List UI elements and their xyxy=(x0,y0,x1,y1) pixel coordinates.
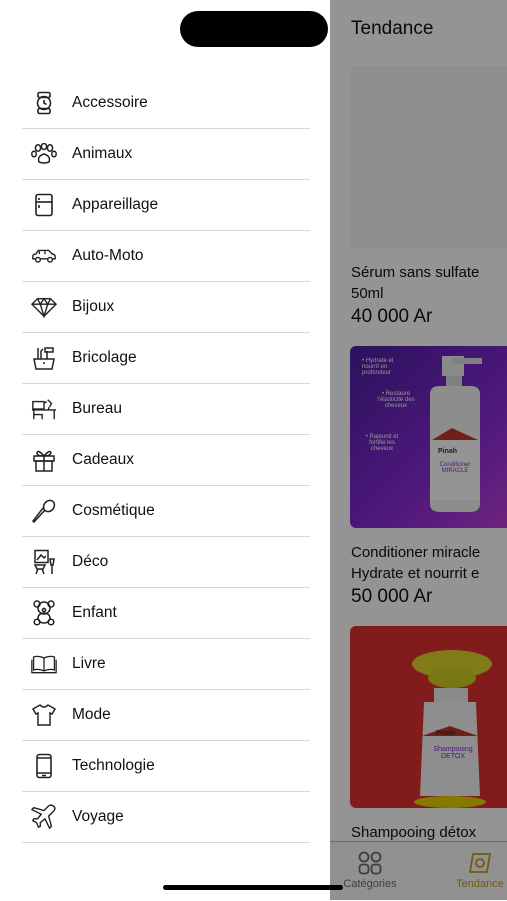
category-label: Voyage xyxy=(72,808,124,825)
category-item-animaux[interactable]: Animaux xyxy=(22,129,310,180)
tshirt-icon xyxy=(31,702,57,728)
decor-icon xyxy=(31,549,57,575)
paw-icon xyxy=(31,141,57,167)
teddy-bear-icon xyxy=(31,600,57,626)
category-label: Technologie xyxy=(72,757,155,774)
desk-icon xyxy=(31,396,57,422)
category-label: Animaux xyxy=(72,145,133,162)
fridge-icon xyxy=(31,192,57,218)
category-item-livre[interactable]: Livre xyxy=(22,639,310,690)
category-item-technologie[interactable]: Technologie xyxy=(22,741,310,792)
category-drawer: Accessoire Animaux Appareillage Auto-Mot… xyxy=(0,0,330,900)
brush-icon xyxy=(31,498,57,524)
category-label: Auto-Moto xyxy=(72,247,144,264)
gift-icon xyxy=(31,447,57,473)
category-label: Bricolage xyxy=(72,349,137,366)
category-item-accessoire[interactable]: Accessoire xyxy=(22,78,310,129)
watch-icon xyxy=(31,90,57,116)
category-label: Bureau xyxy=(72,400,122,417)
category-item-auto-moto[interactable]: Auto-Moto xyxy=(22,231,310,282)
category-item-deco[interactable]: Déco xyxy=(22,537,310,588)
category-item-appareillage[interactable]: Appareillage xyxy=(22,180,310,231)
category-label: Cosmétique xyxy=(72,502,155,519)
dynamic-island xyxy=(180,11,328,47)
plane-icon xyxy=(31,804,57,830)
home-indicator[interactable] xyxy=(163,885,343,890)
category-item-bureau[interactable]: Bureau xyxy=(22,384,310,435)
category-label: Livre xyxy=(72,655,106,672)
category-item-enfant[interactable]: Enfant xyxy=(22,588,310,639)
category-label: Mode xyxy=(72,706,111,723)
category-item-cosmetique[interactable]: Cosmétique xyxy=(22,486,310,537)
category-item-cadeaux[interactable]: Cadeaux xyxy=(22,435,310,486)
diamond-icon xyxy=(31,294,57,320)
category-item-bricolage[interactable]: Bricolage xyxy=(22,333,310,384)
overlay-scrim[interactable] xyxy=(330,0,507,900)
category-label: Bijoux xyxy=(72,298,115,315)
category-label: Enfant xyxy=(72,604,117,621)
category-item-mode[interactable]: Mode xyxy=(22,690,310,741)
category-item-bijoux[interactable]: Bijoux xyxy=(22,282,310,333)
car-icon xyxy=(31,243,57,269)
phone-icon xyxy=(31,753,57,779)
category-label: Déco xyxy=(72,553,109,570)
book-icon xyxy=(31,651,57,677)
category-label: Cadeaux xyxy=(72,451,135,468)
category-list: Accessoire Animaux Appareillage Auto-Mot… xyxy=(22,78,310,843)
category-item-voyage[interactable]: Voyage xyxy=(22,792,310,843)
tools-icon xyxy=(31,345,57,371)
category-label: Appareillage xyxy=(72,196,159,213)
category-label: Accessoire xyxy=(72,94,148,111)
